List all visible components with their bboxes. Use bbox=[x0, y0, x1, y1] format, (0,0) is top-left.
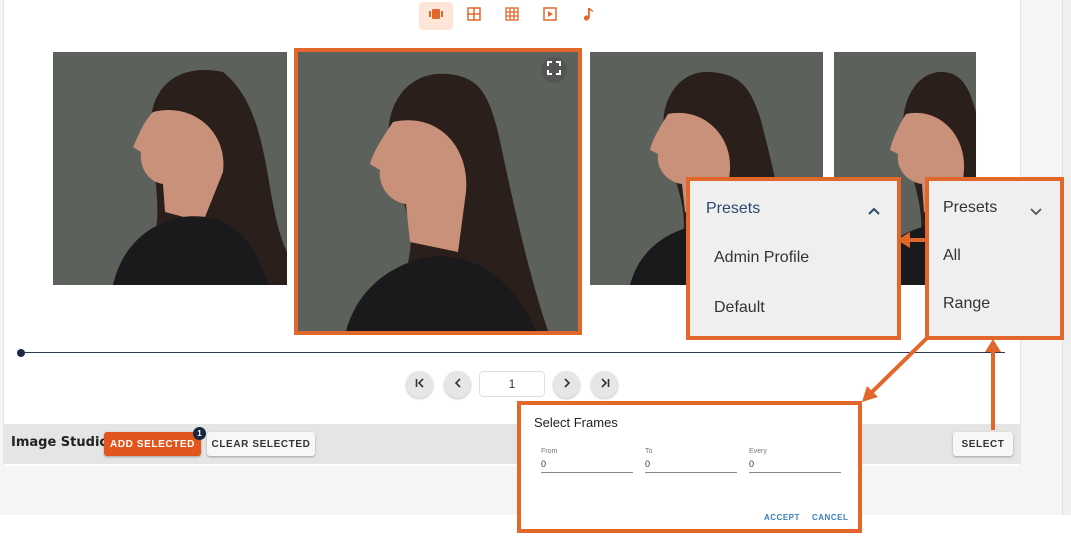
presets-select-title[interactable]: Presets bbox=[943, 199, 997, 217]
page-number-input[interactable]: 1 bbox=[479, 371, 545, 397]
previous-icon bbox=[452, 377, 464, 392]
first-page-icon bbox=[414, 377, 426, 392]
from-input[interactable]: 0 bbox=[541, 459, 546, 469]
filmstrip-view-button[interactable] bbox=[419, 2, 453, 30]
music-note-icon bbox=[580, 6, 596, 27]
grid-small-view-button[interactable] bbox=[457, 2, 491, 30]
preset-option[interactable]: All bbox=[943, 247, 961, 265]
from-input-underline bbox=[541, 472, 633, 473]
to-label: To bbox=[645, 448, 653, 455]
play-view-button[interactable] bbox=[533, 2, 567, 30]
last-page-button[interactable] bbox=[591, 371, 618, 398]
profile-photo-image bbox=[53, 52, 287, 285]
grid-large-icon bbox=[504, 6, 520, 27]
play-icon bbox=[542, 6, 558, 27]
to-input-underline bbox=[645, 472, 737, 473]
fullscreen-icon bbox=[547, 60, 561, 80]
next-icon bbox=[561, 377, 573, 392]
accept-button[interactable]: ACCEPT bbox=[764, 513, 800, 522]
first-page-button[interactable] bbox=[406, 371, 433, 398]
grid-large-view-button[interactable] bbox=[495, 2, 529, 30]
next-page-button[interactable] bbox=[553, 371, 580, 398]
filmstrip-icon bbox=[428, 6, 444, 27]
presets-dropdown-open-callout: Presets Admin Profile Default bbox=[686, 177, 901, 340]
presets-dropdown-title[interactable]: Presets bbox=[706, 200, 760, 218]
preset-option[interactable]: Range bbox=[943, 295, 990, 313]
chevron-up-icon[interactable] bbox=[867, 203, 881, 221]
previous-page-button[interactable] bbox=[444, 371, 471, 398]
fullscreen-button[interactable] bbox=[541, 57, 567, 83]
timeline-handle[interactable] bbox=[17, 349, 25, 357]
grid-small-icon bbox=[466, 6, 482, 27]
selected-photo-highlight bbox=[294, 48, 582, 335]
cancel-button[interactable]: CANCEL bbox=[812, 513, 848, 522]
image-studio-label: Image Studio: bbox=[11, 435, 114, 450]
presets-dropdown-closed-callout: Presets All Range bbox=[925, 177, 1064, 340]
add-selected-button[interactable]: ADD SELECTED bbox=[104, 432, 201, 456]
every-input[interactable]: 0 bbox=[749, 459, 754, 469]
timeline-track[interactable] bbox=[21, 352, 1005, 353]
from-label: From bbox=[541, 448, 558, 455]
select-button[interactable]: SELECT bbox=[953, 432, 1013, 456]
select-frames-dialog: Select Frames From 0 To 0 Every 0 ACCEPT… bbox=[517, 401, 862, 533]
preset-option[interactable]: Default bbox=[714, 299, 765, 317]
select-frames-title: Select Frames bbox=[534, 415, 618, 430]
music-view-button[interactable] bbox=[571, 2, 605, 30]
screenshot-stage: 1 Image Studio: ADD SELECTED 1 CLEAR SEL… bbox=[0, 0, 1071, 555]
every-label: Every bbox=[749, 448, 767, 455]
clear-selected-button[interactable]: CLEAR SELECTED bbox=[207, 432, 315, 456]
to-input[interactable]: 0 bbox=[645, 459, 650, 469]
chevron-down-icon[interactable] bbox=[1029, 204, 1043, 222]
every-input-underline bbox=[749, 472, 841, 473]
preset-option[interactable]: Admin Profile bbox=[714, 249, 809, 267]
view-mode-toolbar bbox=[419, 2, 605, 30]
photo-thumbnail[interactable] bbox=[53, 52, 287, 285]
selected-count-badge: 1 bbox=[193, 427, 206, 440]
last-page-icon bbox=[599, 377, 611, 392]
